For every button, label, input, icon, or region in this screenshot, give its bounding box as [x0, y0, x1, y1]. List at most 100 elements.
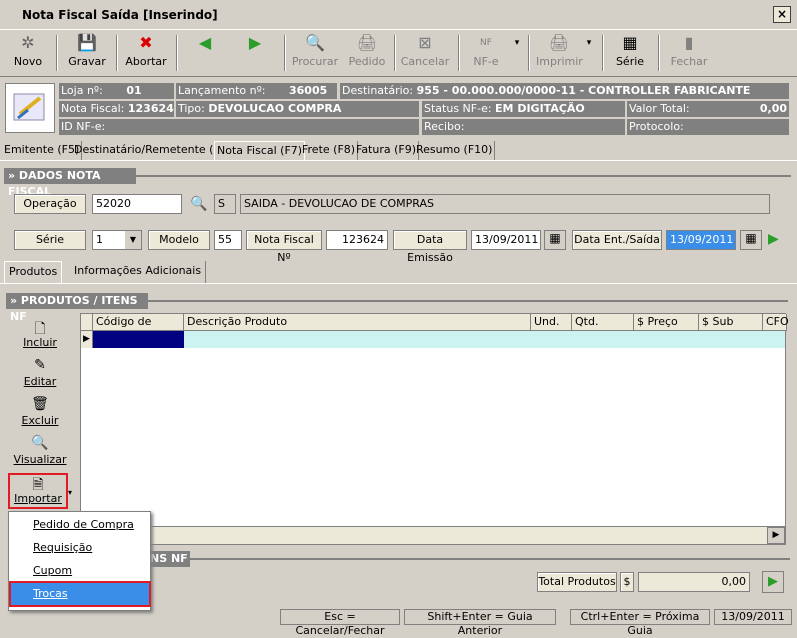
status-shift-enter: Shift+Enter = Guia Anterior: [404, 609, 556, 637]
tab-emitente[interactable]: Emitente (F5): [2, 141, 83, 161]
tab-informacoes-adicionais[interactable]: Informações Adicionais: [70, 261, 207, 283]
arrow-left-icon: ◀: [198, 33, 212, 52]
tab-produtos[interactable]: Produtos: [4, 261, 63, 283]
chevron-down-icon: ▼: [125, 231, 141, 249]
col-descricao[interactable]: Descrição Produto: [184, 314, 531, 331]
cancel-icon: ⊠: [418, 33, 432, 52]
toolbar: ✲ Novo 💾 Gravar ✖ Abortar ◀ ▶ 🔍 Procurar 🖨 Pe…: [0, 31, 797, 77]
selected-cell[interactable]: [93, 331, 184, 348]
id-nfe-field: ID NF-e:: [59, 119, 420, 135]
print-icon: 🖨: [548, 33, 570, 52]
editar-button[interactable]: ✎ Editar: [7, 357, 73, 388]
dropdown-arrow-icon: ▾: [586, 38, 592, 48]
cancelar-button[interactable]: ⊠ Cancelar: [400, 33, 450, 75]
scroll-right-icon[interactable]: ▶: [767, 527, 785, 544]
table-row[interactable]: [184, 331, 785, 348]
col-qtd[interactable]: Qtd.: [572, 314, 634, 331]
calendar-icon[interactable]: ▦: [544, 230, 566, 250]
modelo-input[interactable]: 55: [214, 230, 242, 250]
tab-fatura[interactable]: Fatura (F9): [354, 141, 420, 161]
serie-button[interactable]: ▦ Série: [610, 33, 650, 75]
total-produtos-label: Total Produtos: [537, 572, 617, 592]
save-icon: 💾: [77, 33, 97, 52]
col-und[interactable]: Und.: [531, 314, 572, 331]
main-tabs: Emitente (F5) Destinatário/Remetente (F6…: [0, 141, 797, 161]
abortar-button[interactable]: ✖ Abortar: [124, 33, 168, 75]
col-cfo[interactable]: CFO: [763, 314, 789, 331]
previous-button[interactable]: ◀: [190, 33, 220, 75]
tipo-field: Tipo: DEVOLUCAO COMPRA: [176, 101, 420, 117]
search-icon: 🔍: [305, 33, 325, 52]
pedido-button[interactable]: 🖨 Pedido: [344, 33, 390, 75]
operacao-button[interactable]: Operação: [14, 194, 86, 214]
title-bar: Nota Fiscal Saída [Inserindo] ×: [0, 0, 797, 30]
menu-item-trocas[interactable]: Trocas: [9, 581, 151, 607]
col-preco[interactable]: $ Preço: [634, 314, 699, 331]
products-grid[interactable]: Código de Barras Descrição Produto Und. …: [80, 313, 789, 545]
col-sub-total[interactable]: $ Sub Total: [699, 314, 763, 344]
importar-highlight: [8, 473, 68, 509]
total-produtos-value: 0,00: [638, 572, 750, 592]
next-button[interactable]: ▶: [240, 33, 270, 75]
section-totais: NS NF: [150, 551, 190, 567]
destinatario-field: Destinatário: 955 - 00.000.000/0000-11 -…: [340, 83, 790, 99]
edit-icon: ✎: [34, 357, 46, 373]
nota-fiscal-field: Nota Fiscal: 123624: [59, 101, 175, 117]
modelo-button[interactable]: Modelo: [148, 230, 210, 250]
horizontal-scrollbar[interactable]: ▶: [81, 526, 785, 544]
barcode-icon: ▦: [622, 33, 638, 52]
serie-button[interactable]: Série: [14, 230, 86, 250]
menu-item-cupom[interactable]: Cupom: [11, 560, 149, 582]
menu-item-requisicao[interactable]: Requisição: [11, 537, 149, 559]
col-codigo-barras[interactable]: Código de Barras: [93, 314, 184, 344]
section-produtos: » PRODUTOS / ITENS NF: [6, 293, 148, 323]
visualizar-button[interactable]: 🔍 Visualizar: [7, 435, 73, 466]
nfe-dropdown[interactable]: ▾: [510, 33, 524, 75]
abort-icon: ✖: [139, 33, 153, 52]
search-icon[interactable]: 🔍: [190, 196, 207, 212]
dropdown-arrow-icon: ▾: [514, 38, 520, 48]
gravar-button[interactable]: 💾 Gravar: [64, 33, 110, 75]
nota-fiscal-input[interactable]: 123624: [326, 230, 388, 250]
imprimir-button[interactable]: 🖨 Imprimir: [536, 33, 583, 75]
data-emissao-input[interactable]: 13/09/2011: [471, 230, 541, 250]
close-button[interactable]: ×: [773, 6, 791, 23]
grid-indicator-header: [81, 314, 93, 331]
trash-icon: 🗑: [31, 396, 49, 412]
data-ent-saida-input[interactable]: 13/09/2011: [666, 230, 736, 250]
door-icon: ▮: [684, 33, 694, 52]
document-logo: [5, 83, 55, 133]
nfe-button[interactable]: NF NF-e: [466, 33, 506, 75]
procurar-button[interactable]: 🔍 Procurar: [290, 33, 340, 75]
calendar-icon[interactable]: ▦: [740, 230, 762, 250]
arrow-right-icon[interactable]: ▶: [768, 231, 779, 247]
status-nfe-field: Status NF-e: EM DIGITAÇÃO: [422, 101, 626, 117]
operacao-code: S: [214, 194, 236, 214]
importar-dropdown-icon[interactable]: ▾: [68, 488, 72, 497]
incluir-button[interactable]: 🗋 Incluir: [7, 318, 73, 349]
importar-menu: Pedido de Compra Requisição Cupom Trocas: [8, 511, 151, 611]
status-esc: Esc = Cancelar/Fechar: [280, 609, 400, 637]
tab-destinatario[interactable]: Destinatário/Remetente (F6): [72, 141, 235, 161]
operacao-input[interactable]: 52020: [92, 194, 182, 214]
imprimir-dropdown[interactable]: ▾: [582, 33, 596, 75]
lancamento-field: Lançamento nº: 36005: [176, 83, 338, 99]
tab-frete[interactable]: Frete (F8): [300, 141, 359, 161]
tab-nota-fiscal[interactable]: Nota Fiscal (F7): [214, 141, 306, 161]
novo-button[interactable]: ✲ Novo: [8, 33, 48, 75]
excluir-button[interactable]: 🗑 Excluir: [7, 396, 73, 427]
row-pointer-icon: ▶: [81, 331, 93, 348]
nfe-icon: NF: [480, 38, 492, 48]
menu-item-pedido-compra[interactable]: Pedido de Compra: [11, 514, 149, 536]
valor-total-field: Valor Total: 0,00: [627, 101, 790, 117]
new-icon: ✲: [21, 33, 35, 52]
data-ent-saida-button[interactable]: Data Ent./Saída: [572, 230, 662, 250]
data-emissao-button[interactable]: Data Emissão: [393, 230, 467, 264]
nota-fiscal-label: Nota Fiscal Nº: [246, 230, 322, 264]
status-bar: Esc = Cancelar/Fechar Shift+Enter = Guia…: [0, 609, 797, 637]
serie-select[interactable]: 1 ▼: [92, 230, 142, 250]
fechar-button[interactable]: ▮ Fechar: [666, 33, 712, 75]
arrow-right-icon[interactable]: ▶: [762, 571, 784, 593]
tab-resumo[interactable]: Resumo (F10): [414, 141, 496, 161]
recibo-field: Recibo:: [422, 119, 626, 135]
